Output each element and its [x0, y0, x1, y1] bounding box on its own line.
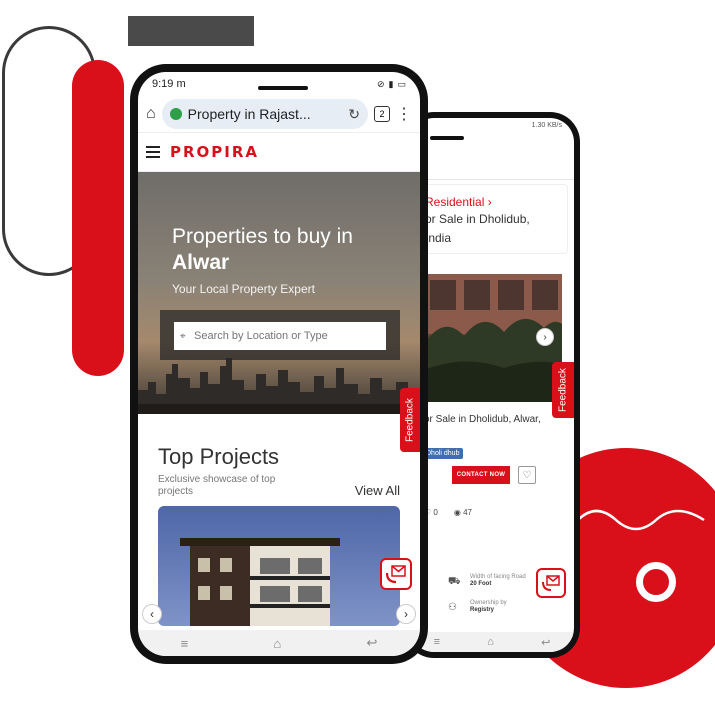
spec-ownership: Ownership by Registry: [470, 600, 507, 613]
secure-shield-icon: [169, 108, 182, 120]
status-time: 9:19: [152, 78, 174, 90]
listing-title-line2: India: [425, 231, 452, 245]
road-icon: ⛟: [448, 576, 461, 587]
mute-icon: ⊘: [376, 78, 385, 89]
decorative-white-ring: [636, 562, 676, 602]
speaker-notch: [258, 86, 308, 90]
speaker-notch: [430, 136, 464, 140]
decorative-wave: [577, 509, 705, 531]
site-header: [410, 142, 574, 180]
view-all-link[interactable]: View All: [355, 483, 400, 498]
home-nav-icon[interactable]: ⌂: [487, 636, 494, 648]
site-logo[interactable]: PROPIRA: [170, 143, 259, 161]
listing-title: or Sale in Dholidub,: [425, 212, 530, 226]
back-phone-screen: 1.30 KB/s Residential › or Sale in Dholi…: [410, 118, 574, 652]
listing-photo[interactable]: ›: [424, 274, 562, 402]
section-title: Top Projects: [158, 444, 280, 469]
signal-icon: ▮: [388, 78, 394, 89]
feedback-tab[interactable]: Feedback: [400, 388, 420, 452]
back-icon[interactable]: ↩: [541, 636, 550, 649]
front-phone-mockup: 9:19 m ⊘ ▮ ▭ ⌂ Property in Rajast... ↻ 2 ⋮…: [130, 64, 428, 664]
status-bar: 9:19 m ⊘ ▮ ▭: [138, 72, 420, 96]
search-container: ⌖: [160, 310, 400, 360]
heart-icon: ♡: [522, 469, 532, 481]
carrier-icon: m: [176, 78, 186, 90]
recents-icon[interactable]: ≡: [434, 636, 440, 648]
top-projects-section: Top Projects Exclusive showcase of top p…: [138, 414, 420, 498]
search-input[interactable]: [174, 322, 386, 350]
favorite-button[interactable]: ♡: [518, 466, 536, 484]
chevron-left-icon: ‹: [150, 607, 154, 621]
back-phone-mockup: 1.30 KB/s Residential › or Sale in Dholi…: [404, 112, 580, 658]
hero-title: Properties to buy in Alwar: [172, 225, 353, 274]
more-vert-icon[interactable]: ⋮: [396, 104, 412, 124]
next-photo-button[interactable]: ›: [536, 328, 554, 346]
project-card[interactable]: [158, 506, 400, 626]
carousel-prev-button[interactable]: ‹: [142, 604, 162, 624]
location-pin-icon: ⌖: [180, 331, 186, 342]
chevron-right-icon: ›: [487, 195, 492, 209]
system-nav-bar: ≡ ⌂ ↩: [410, 632, 574, 652]
owner-icon: ⚇: [448, 602, 457, 613]
category-breadcrumb[interactable]: Residential ›: [425, 195, 567, 209]
chevron-right-icon: ›: [543, 331, 547, 343]
views-count: ◉ 47: [453, 508, 472, 517]
site-header: PROPIRA: [138, 132, 420, 172]
listing-stats: ♡ 0 ◉ 47: [424, 508, 472, 517]
browser-toolbar: ⌂ Property in Rajast... ↻ 2 ⋮: [138, 96, 420, 132]
listing-address: or Sale in Dholidub, Alwar,: [424, 414, 541, 425]
home-icon[interactable]: ⌂: [146, 105, 156, 123]
project-building-image: [180, 538, 340, 626]
hero-subtitle: Your Local Property Expert: [172, 282, 315, 296]
decorative-red-pill: [72, 60, 124, 376]
chevron-right-icon: ›: [404, 607, 408, 621]
locality-tag: Dholi dhub: [422, 448, 464, 459]
feedback-tab[interactable]: Feedback: [552, 362, 574, 418]
reload-icon[interactable]: ↻: [348, 106, 360, 123]
recents-icon[interactable]: ≡: [181, 636, 189, 651]
tabs-icon[interactable]: 2: [374, 106, 390, 122]
decorative-gray-block: [128, 16, 254, 46]
front-phone-screen: 9:19 m ⊘ ▮ ▭ ⌂ Property in Rajast... ↻ 2 ⋮…: [138, 72, 420, 656]
phone-mail-icon: [542, 575, 560, 591]
enquiry-chat-button[interactable]: [380, 558, 412, 590]
menu-icon[interactable]: [146, 146, 160, 158]
back-icon[interactable]: ↩: [366, 635, 377, 651]
section-subtitle: Exclusive showcase of top projects: [158, 474, 276, 497]
listing-summary-card[interactable]: Residential › or Sale in Dholidub, India: [410, 184, 568, 254]
battery-icon: ▭: [397, 78, 406, 89]
system-nav-bar: ≡ ⌂ ↩: [138, 630, 420, 656]
home-nav-icon[interactable]: ⌂: [273, 636, 281, 651]
eye-icon: ◉: [453, 508, 461, 517]
phone-mail-icon: [385, 565, 406, 584]
enquiry-chat-button[interactable]: [536, 568, 566, 598]
status-bar: 1.30 KB/s: [531, 122, 562, 129]
url-bar[interactable]: Property in Rajast... ↻: [161, 99, 368, 129]
url-text: Property in Rajast...: [187, 106, 311, 122]
carousel-next-button[interactable]: ›: [396, 604, 416, 624]
hero-banner: Properties to buy in Alwar Your Local Pr…: [138, 172, 420, 414]
spec-road-width: Width of facing Road 20 Foot: [470, 574, 526, 587]
contact-now-button[interactable]: CONTACT NOW: [452, 466, 510, 484]
